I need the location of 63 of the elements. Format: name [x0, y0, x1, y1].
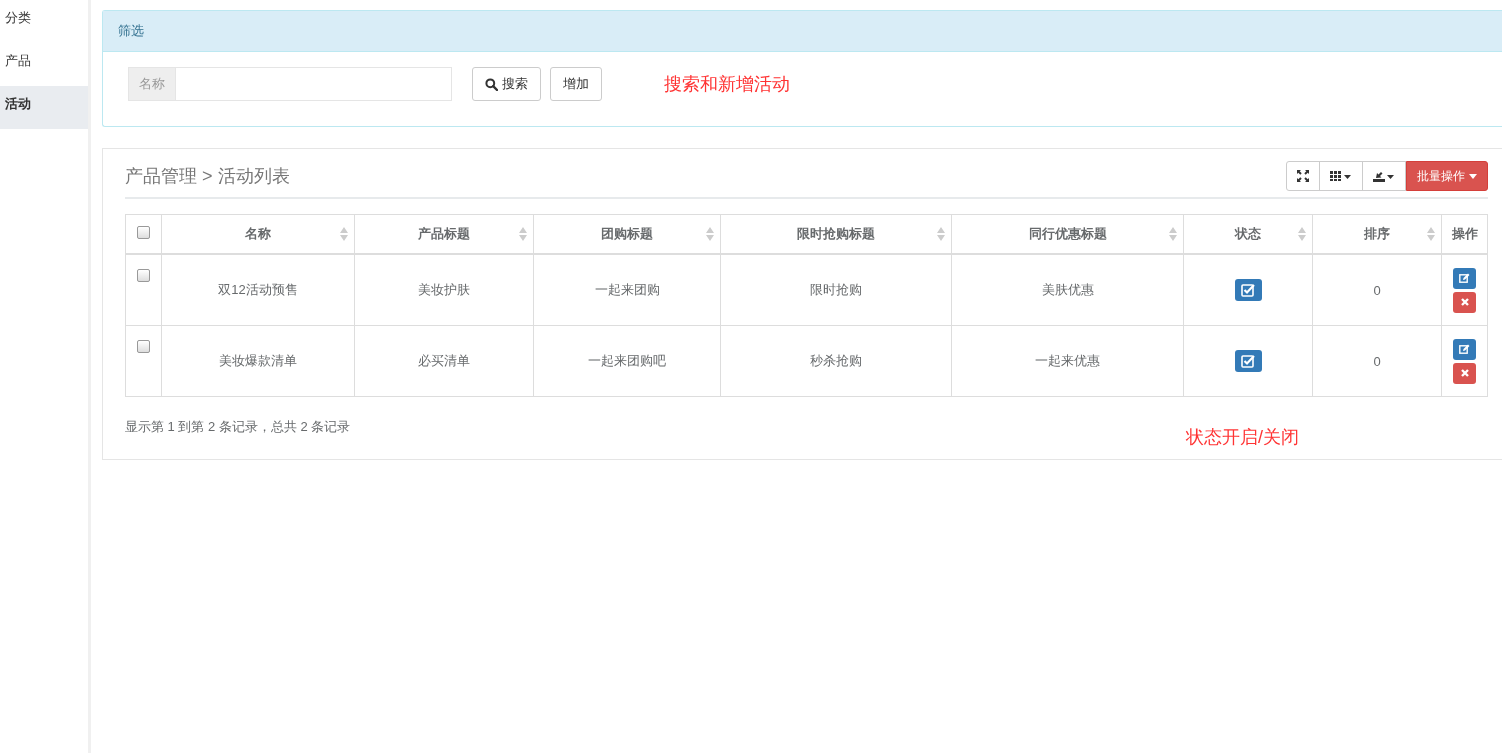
sort-icon: [1169, 227, 1177, 241]
column-header[interactable]: 产品标题: [354, 214, 534, 254]
row-checkbox[interactable]: [137, 269, 150, 282]
export-caret-icon: [1373, 170, 1395, 182]
status-toggle[interactable]: [1234, 279, 1262, 301]
fullscreen-icon: [1297, 170, 1309, 182]
table-cell: 一起来团购吧: [533, 325, 721, 397]
table-cell: 0: [1312, 254, 1442, 326]
close-icon: [1460, 298, 1469, 306]
grid-caret-icon: [1330, 171, 1352, 181]
column-header[interactable]: 同行优惠标题: [951, 214, 1184, 254]
breadcrumb: 产品管理 > 活动列表: [125, 165, 290, 188]
edit-icon: [1459, 344, 1470, 354]
column-header[interactable]: 状态: [1183, 214, 1313, 254]
annotation-text: 搜索和新增活动: [664, 73, 790, 96]
column-header: 操作: [1441, 214, 1488, 254]
column-header[interactable]: 限时抢购标题: [720, 214, 952, 254]
search-icon: [485, 77, 498, 91]
search-button[interactable]: 搜索: [472, 67, 541, 101]
table-cell: 必买清单: [354, 325, 534, 397]
sort-icon: [937, 227, 945, 241]
table-cell: 秒杀抢购: [720, 325, 952, 397]
table-cell: 一起来优惠: [951, 325, 1184, 397]
delete-button[interactable]: [1453, 291, 1476, 313]
columns-button[interactable]: [1319, 161, 1363, 191]
checked-box-icon: [1241, 354, 1255, 368]
pagination-info: 显示第 1 到第 2 条记录，总共 2 条记录: [125, 419, 351, 434]
add-button[interactable]: 增加: [550, 67, 602, 101]
edit-button[interactable]: [1453, 338, 1476, 360]
select-all-checkbox[interactable]: [137, 226, 150, 239]
table-cell: 美肤优惠: [951, 254, 1184, 326]
table-cell: 限时抢购: [720, 254, 952, 326]
sort-icon: [519, 227, 527, 241]
table-cell: 一起来团购: [533, 254, 721, 326]
sort-icon: [340, 227, 348, 241]
checked-box-icon: [1241, 283, 1255, 297]
edit-button[interactable]: [1453, 267, 1476, 289]
sidebar-item[interactable]: 产品: [0, 43, 88, 86]
edit-icon: [1459, 273, 1470, 283]
column-header[interactable]: 团购标题: [533, 214, 721, 254]
row-checkbox[interactable]: [137, 340, 150, 353]
panel-title: 筛选: [118, 23, 144, 38]
sidebar-item[interactable]: 活动: [0, 86, 88, 129]
delete-button[interactable]: [1453, 362, 1476, 384]
annotation-text: 状态开启/关闭: [1186, 426, 1299, 449]
sort-icon: [706, 227, 714, 241]
caret-icon: [1469, 173, 1477, 179]
table-cell: 双12活动预售: [161, 254, 355, 326]
sort-icon: [1427, 227, 1435, 241]
table-cell: 美妆护肤: [354, 254, 534, 326]
fullscreen-button[interactable]: [1286, 161, 1320, 191]
table-cell: 0: [1312, 325, 1442, 397]
field-label: 名称: [128, 67, 175, 101]
sort-icon: [1298, 227, 1306, 241]
export-button[interactable]: [1362, 161, 1406, 191]
name-input[interactable]: [175, 67, 452, 101]
close-icon: [1460, 369, 1469, 377]
table-cell: 美妆爆款清单: [161, 325, 355, 397]
batch-actions-button[interactable]: 批量操作: [1406, 161, 1488, 191]
column-header[interactable]: 排序: [1312, 214, 1442, 254]
column-header[interactable]: 名称: [161, 214, 355, 254]
sidebar-item[interactable]: 分类: [0, 0, 88, 43]
status-toggle[interactable]: [1234, 350, 1262, 372]
